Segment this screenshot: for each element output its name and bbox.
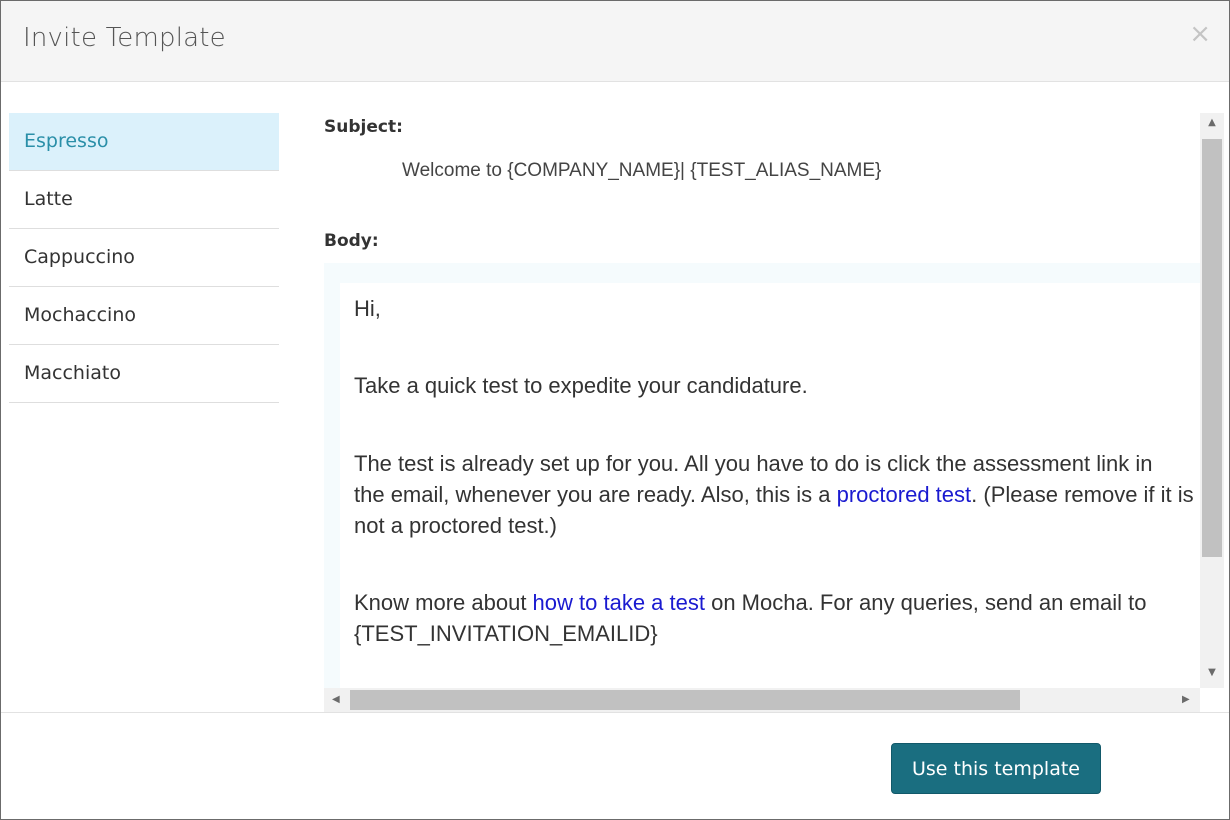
body-paragraph: not a proctored test.) <box>354 513 557 538</box>
modal-header: Invite Template × <box>1 1 1229 82</box>
body-label: Body: <box>324 231 379 251</box>
horizontal-scrollbar[interactable]: ◀ ▶ <box>324 688 1200 712</box>
template-item-latte[interactable]: Latte <box>9 171 279 229</box>
proctored-test-link[interactable]: proctored test <box>837 482 972 507</box>
template-preview: Subject: Welcome to {COMPANY_NAME}| {TES… <box>324 113 1200 713</box>
invite-template-modal: Invite Template × Espresso Latte Cappucc… <box>0 0 1230 820</box>
body-greeting: Hi, <box>354 296 381 321</box>
body-text: . (Please remove if it is <box>971 482 1194 507</box>
use-template-button[interactable]: Use this template <box>891 743 1101 794</box>
body-text: Know more about <box>354 590 533 615</box>
template-item-cappuccino[interactable]: Cappuccino <box>9 229 279 287</box>
how-to-take-test-link[interactable]: how to take a test <box>533 590 705 615</box>
body-text: the email, whenever you are ready. Also,… <box>354 482 837 507</box>
body-paragraph: the email, whenever you are ready. Also,… <box>354 479 1200 510</box>
body-text: on Mocha. For any queries, send an email… <box>704 590 1147 615</box>
horizontal-scroll-thumb[interactable] <box>350 690 1020 710</box>
template-list: Espresso Latte Cappuccino Mochaccino Mac… <box>9 113 279 403</box>
scroll-left-arrow-icon[interactable]: ◀ <box>332 688 340 712</box>
modal-title: Invite Template <box>23 23 226 53</box>
body-paragraph: Know more about how to take a test on Mo… <box>354 587 1200 618</box>
body-text: The test is already set up for you. All … <box>354 451 1153 476</box>
scroll-up-arrow-icon[interactable]: ▲ <box>1200 117 1224 128</box>
scroll-right-arrow-icon[interactable]: ▶ <box>1182 688 1190 712</box>
email-body: Hi, Take a quick test to expedite your c… <box>340 283 1200 688</box>
body-paragraph: Take a quick test to expedite your candi… <box>354 373 808 398</box>
subject-label: Subject: <box>324 117 403 137</box>
vertical-scroll-thumb[interactable] <box>1202 139 1222 557</box>
modal-footer: Use this template <box>1 712 1229 819</box>
subject-value: Welcome to {COMPANY_NAME}| {TEST_ALIAS_N… <box>402 160 882 181</box>
vertical-scrollbar[interactable]: ▲ ▼ <box>1200 113 1224 688</box>
email-body-frame: Hi, Take a quick test to expedite your c… <box>324 263 1200 688</box>
close-icon[interactable]: × <box>1189 21 1211 47</box>
template-item-mochaccino[interactable]: Mochaccino <box>9 287 279 345</box>
body-paragraph: {TEST_INVITATION_EMAILID} <box>354 621 658 646</box>
template-item-espresso[interactable]: Espresso <box>9 113 279 171</box>
body-paragraph: The test is already set up for you. All … <box>354 448 1200 479</box>
scroll-down-arrow-icon[interactable]: ▼ <box>1200 667 1224 678</box>
template-item-macchiato[interactable]: Macchiato <box>9 345 279 403</box>
